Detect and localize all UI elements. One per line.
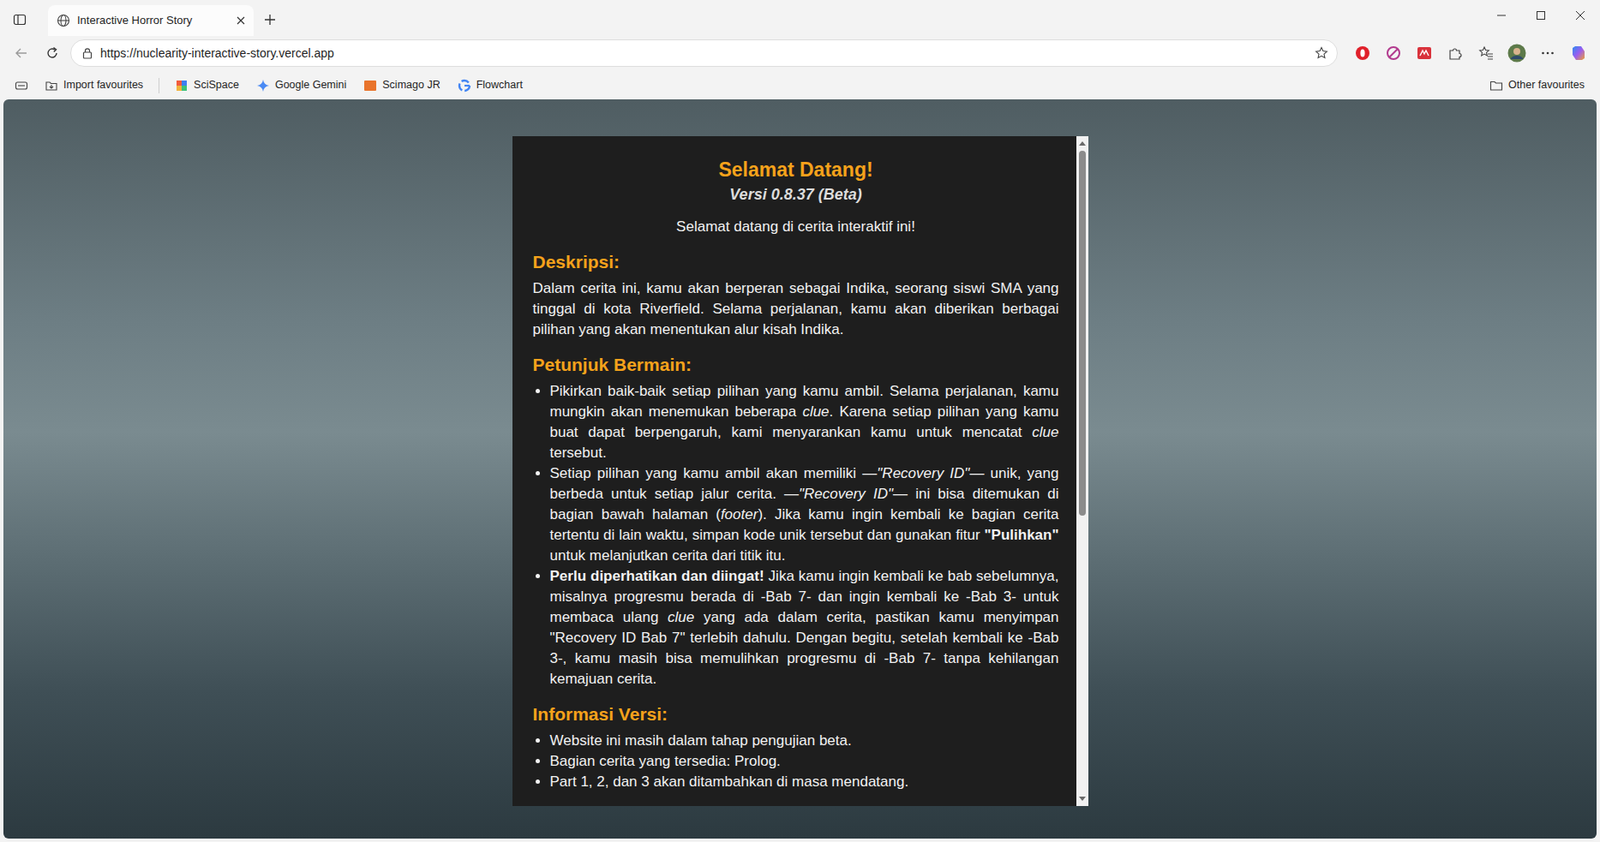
profile-avatar-icon[interactable] xyxy=(1504,40,1530,66)
window-controls xyxy=(1481,0,1600,31)
scroll-thumb[interactable] xyxy=(1078,150,1086,516)
list-item: Bagian cerita yang tersedia: Prolog. xyxy=(550,751,1060,773)
favorites-icon[interactable] xyxy=(1473,40,1499,66)
scroll-track-area xyxy=(1078,150,1086,792)
url-text[interactable]: https://nuclearity-interactive-story.ver… xyxy=(100,44,1308,63)
puzzle-icon[interactable] xyxy=(1442,40,1469,66)
extension-red-icon[interactable] xyxy=(1411,40,1438,66)
sidebar-toggle-icon[interactable] xyxy=(6,6,33,33)
welcome-title: Selamat Datang! xyxy=(533,156,1060,183)
scroll-down-icon[interactable] xyxy=(1078,797,1086,802)
google-icon xyxy=(457,78,472,93)
refresh-icon[interactable] xyxy=(39,40,66,66)
other-favorites[interactable]: Other favourites xyxy=(1482,74,1592,96)
favorite-link[interactable]: Flowchart xyxy=(450,74,530,96)
new-tab-icon[interactable] xyxy=(257,6,283,33)
scispace-icon xyxy=(174,78,189,93)
text-run: "Recovery ID" xyxy=(876,465,970,482)
story-content: Selamat Datang!Versi 0.8.37 (Beta) Selama… xyxy=(512,136,1077,807)
text-run: footer xyxy=(720,506,758,523)
list-item: Website ini masih dalam tahap pengujian … xyxy=(550,731,1060,752)
section-paragraph: Dalam cerita ini, kamu akan berperan seb… xyxy=(533,278,1060,341)
browser-tab[interactable]: Interactive Horror Story xyxy=(47,5,254,36)
list-item: Setiap pilihan yang kamu ambil akan memi… xyxy=(550,463,1060,567)
close-window-icon[interactable] xyxy=(1560,0,1600,31)
text-run: clue xyxy=(667,609,695,626)
favorite-label[interactable]: Google Gemini xyxy=(275,77,347,94)
favorites-bar: Import favourites SciSpace Google Gemini Sc… xyxy=(0,71,1600,100)
text-run: clue xyxy=(802,403,829,420)
text-run: Dalam cerita ini, kamu akan berperan seb… xyxy=(533,280,1060,338)
more-menu-icon[interactable] xyxy=(1534,40,1561,66)
maximize-icon[interactable] xyxy=(1521,0,1561,31)
list-item: Pikirkan baik-baik setiap pilihan yang k… xyxy=(550,381,1060,464)
section-list: Website ini masih dalam tahap pengujian … xyxy=(533,731,1060,793)
favorite-link[interactable]: SciSpace xyxy=(167,74,246,96)
welcome-text: Selamat datang di cerita interaktif ini! xyxy=(533,216,1060,238)
text-run: Setiap pilihan yang kamu ambil akan memi… xyxy=(550,465,878,482)
scrollbar[interactable] xyxy=(1076,136,1089,807)
favorite-label[interactable]: Scimago JR xyxy=(382,77,440,94)
gemini-icon xyxy=(256,78,270,93)
text-run: clue xyxy=(1031,424,1059,441)
block-icon[interactable] xyxy=(1380,40,1407,66)
section-heading: Petunjuk Bermain: xyxy=(533,353,1060,377)
address-bar[interactable]: https://nuclearity-interactive-story.ver… xyxy=(70,39,1338,67)
section-heading: Informasi Versi: xyxy=(533,703,1060,726)
text-run: untuk melanjutkan cerita dari titik itu. xyxy=(550,547,786,564)
import-icon xyxy=(44,78,59,93)
text-run: tersebut. xyxy=(550,444,607,462)
other-favorites-label[interactable]: Other favourites xyxy=(1508,77,1585,94)
text-run: "Pulihkan" xyxy=(984,527,1060,544)
favorite-star-icon[interactable] xyxy=(1314,46,1329,60)
favorite-label[interactable]: SciSpace xyxy=(193,77,240,94)
story-panel: Selamat Datang!Versi 0.8.37 (Beta) Selama… xyxy=(512,136,1089,807)
reading-icon[interactable] xyxy=(8,72,35,99)
favorite-link[interactable]: Scimago JR xyxy=(356,74,447,96)
favorite-link[interactable]: Google Gemini xyxy=(249,74,354,96)
lock-icon[interactable] xyxy=(81,47,94,60)
list-item: Perlu diperhatikan dan diingat! Jika kam… xyxy=(550,566,1060,690)
adblock-icon[interactable] xyxy=(1349,40,1376,66)
tab-strip: Interactive Horror Story xyxy=(0,0,1600,39)
folder-icon xyxy=(1489,78,1504,93)
text-run: Part 1, 2, dan 3 akan ditambahkan di mas… xyxy=(550,773,910,791)
extension-bar xyxy=(1349,40,1592,66)
back-icon[interactable] xyxy=(8,40,35,66)
address-bar-row: https://nuclearity-interactive-story.ver… xyxy=(0,38,1600,68)
copilot-icon[interactable] xyxy=(1565,40,1592,66)
close-icon[interactable] xyxy=(236,16,246,25)
text-run: Perlu diperhatikan dan diingat! xyxy=(550,568,765,585)
list-item: Part 1, 2, dan 3 akan ditambahkan di mas… xyxy=(550,772,1060,793)
scroll-up-icon[interactable] xyxy=(1078,141,1086,146)
favorite-label[interactable]: Flowchart xyxy=(476,77,523,94)
scimago-icon xyxy=(363,78,378,93)
favorite-label[interactable]: Import favourites xyxy=(63,77,144,94)
favorite-link[interactable]: Import favourites xyxy=(37,74,150,96)
text-run: Website ini masih dalam tahap pengujian … xyxy=(550,732,852,750)
text-run: "Recovery ID" xyxy=(798,485,893,503)
globe-icon xyxy=(56,13,71,28)
page-viewport: Selamat Datang!Versi 0.8.37 (Beta) Selama… xyxy=(3,99,1597,839)
section-heading: Deskripsi: xyxy=(533,251,1060,274)
minimize-icon[interactable] xyxy=(1481,0,1522,31)
version-label: Versi 0.8.37 (Beta) xyxy=(533,182,1060,207)
section-list: Pikirkan baik-baik setiap pilihan yang k… xyxy=(533,381,1060,690)
text-run: Bagian cerita yang tersedia: Prolog. xyxy=(550,753,781,770)
tab-title: Interactive Horror Story xyxy=(77,11,230,30)
